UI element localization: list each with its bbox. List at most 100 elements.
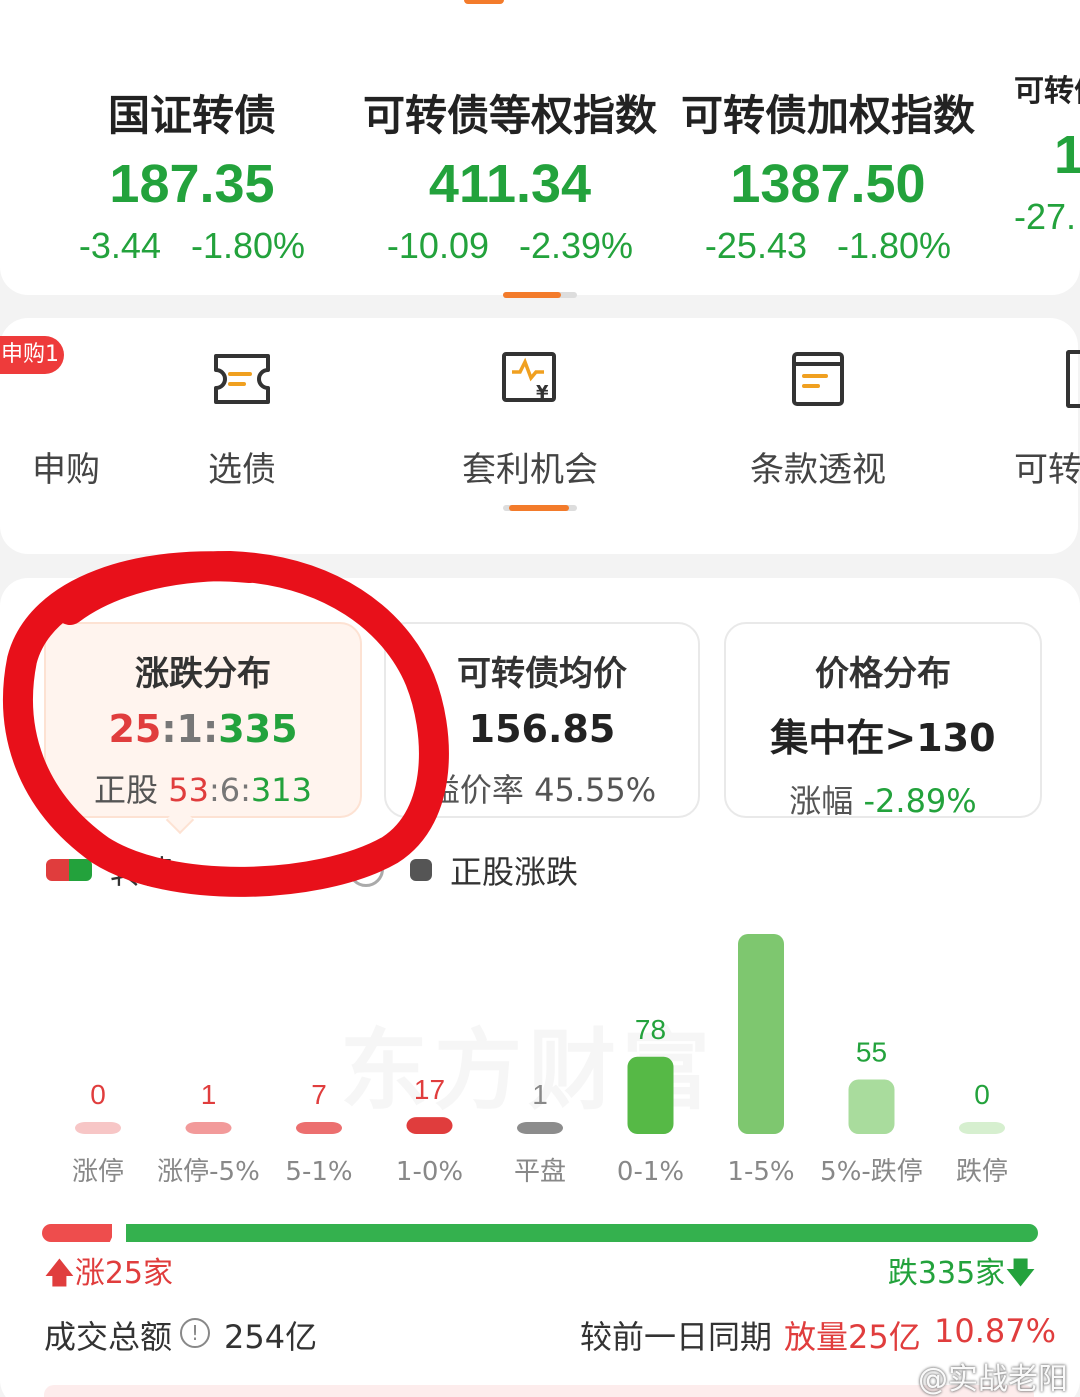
stock-up-flat-down: 正股 53:6:313 xyxy=(94,771,312,809)
stat-card-avg-price[interactable]: 可转债均价 156.85 溢价率 45.55% xyxy=(384,622,700,818)
bar-6 xyxy=(738,934,784,1134)
index-partial[interactable]: 可转债 1 -27. xyxy=(1014,62,1080,238)
bond-legend-swatch[interactable] xyxy=(46,859,92,881)
tool-label: 申购 xyxy=(32,450,100,490)
ratio-up-segment xyxy=(42,1224,112,1242)
bar-value-label: 78 xyxy=(635,1014,666,1045)
tool-terms[interactable]: 条款透视 xyxy=(718,350,918,491)
stock-toggle-label[interactable]: 正股涨跌 xyxy=(450,847,578,893)
avg-price-value: 156.85 xyxy=(468,707,616,751)
index-partial-clip: 可转债 1 -27. xyxy=(1010,60,1080,240)
turnover-value: 254亿 xyxy=(224,1318,318,1356)
category-label: 1-5% xyxy=(727,1157,794,1187)
bond-toggle-label[interactable]: 转债 xyxy=(110,847,174,893)
category-label: 1-0% xyxy=(396,1157,463,1187)
chart-yen-icon: ¥ xyxy=(498,350,562,408)
index-pager-active xyxy=(503,292,561,298)
tool-label: 条款透视 xyxy=(750,450,886,490)
price-change-value: -2.89% xyxy=(863,782,977,820)
tool-subscribe[interactable]: 申购 xyxy=(0,350,100,491)
bar-4 xyxy=(517,1122,563,1134)
up-count: 🡅涨25家 xyxy=(44,1248,173,1302)
index-change: -25.43 -1.80% xyxy=(668,225,988,267)
index-weighted[interactable]: 可转债加权指数 1387.50 -25.43 -1.80% xyxy=(668,82,988,267)
info-icon[interactable]: ! xyxy=(180,1318,210,1348)
toggle-radio[interactable] xyxy=(348,851,384,887)
stat-title: 价格分布 xyxy=(815,654,951,694)
price-change-label: 涨幅 xyxy=(789,782,854,820)
cart-icon xyxy=(0,350,32,408)
bar-1 xyxy=(185,1122,232,1134)
more-icon xyxy=(1066,350,1080,408)
bar-8 xyxy=(959,1122,1005,1134)
tool-select-bond[interactable]: 选债 xyxy=(142,350,342,491)
category-label: 5%-跌停 xyxy=(820,1157,923,1187)
tool-pager-active xyxy=(509,505,569,511)
bar-value-label: 17 xyxy=(414,1074,445,1105)
bond-up-count: 25 xyxy=(108,707,162,751)
stat-title: 可转债均价 xyxy=(457,654,627,694)
index-change-pct: -2.39% xyxy=(519,225,634,266)
bar-value-label: 202 xyxy=(738,920,785,922)
stock-legend-swatch[interactable] xyxy=(410,859,432,881)
document-icon xyxy=(786,350,850,408)
ratio-down-segment xyxy=(126,1224,1038,1242)
price-dist-value: 集中在>130 xyxy=(770,716,996,760)
svg-text:¥: ¥ xyxy=(536,382,549,403)
ticket-icon xyxy=(210,350,274,408)
tool-partial-clip: 可转 xyxy=(1000,340,1080,500)
bond-up-flat-down: 25:1:335 xyxy=(108,707,298,751)
premium-value: 45.55% xyxy=(534,771,657,809)
bar-value-label: 7 xyxy=(311,1079,327,1110)
stat-title: 涨跌分布 xyxy=(135,654,271,694)
category-label: 平盘 xyxy=(514,1157,566,1187)
index-change-abs: -25.43 xyxy=(704,225,807,266)
up-count-label: 涨25家 xyxy=(74,1256,174,1291)
bar-3 xyxy=(406,1117,453,1134)
index-value: 187.35 xyxy=(109,154,275,214)
tool-more[interactable]: 可转 xyxy=(1014,350,1080,491)
tool-pager xyxy=(503,505,577,511)
category-label: 0-1% xyxy=(617,1157,684,1187)
down-arrow-icon: 🡇 xyxy=(1005,1256,1036,1291)
index-change-pct: -1.80% xyxy=(837,225,952,266)
bond-down-count: 335 xyxy=(218,707,298,751)
stat-card-price-dist[interactable]: 价格分布 集中在>130 涨幅 -2.89% xyxy=(724,622,1042,820)
distribution-toggle: 转债 正股涨跌 xyxy=(44,845,744,893)
bar-value-label: 0 xyxy=(90,1079,106,1110)
bar-value-label: 1 xyxy=(532,1079,548,1110)
compare-percent: 10.87% xyxy=(934,1312,1057,1350)
index-change: -3.44 -1.80% xyxy=(32,225,352,267)
category-label: 跌停 xyxy=(956,1157,1008,1187)
compare-label: 较前一日同期 xyxy=(580,1318,773,1356)
pull-indicator xyxy=(464,0,504,4)
index-name: 可转债等权指数 xyxy=(362,91,657,140)
bar-7 xyxy=(848,1079,895,1134)
tool-arbitrage[interactable]: ¥ 套利机会 xyxy=(430,350,630,491)
category-label: 涨停-5% xyxy=(157,1157,260,1187)
bar-value-label: 55 xyxy=(856,1037,887,1068)
index-value: 1387.50 xyxy=(730,154,926,214)
premium-row: 溢价率 45.55% xyxy=(386,765,698,811)
premium-label: 溢价率 xyxy=(427,771,524,809)
up-down-ratio-bar xyxy=(42,1220,1038,1246)
down-count: 跌335家🡇 xyxy=(888,1248,1036,1302)
stat-card-distribution[interactable]: 涨跌分布 25:1:335 正股 53:6:313 xyxy=(44,622,362,818)
index-change: -27. xyxy=(1014,196,1077,237)
index-guozheng[interactable]: 国证转债 187.35 -3.44 -1.80% xyxy=(32,82,352,267)
index-value: 411.34 xyxy=(428,154,592,214)
index-equal-weight[interactable]: 可转债等权指数 411.34 -10.09 -2.39% xyxy=(350,82,670,267)
compare-volume: 放量25亿 xyxy=(784,1318,921,1356)
stock-down-count: 313 xyxy=(250,771,312,809)
turnover-label: 成交总额 xyxy=(44,1318,173,1356)
stock-label: 正股 xyxy=(94,771,159,809)
category-label: 5-1% xyxy=(285,1157,352,1187)
tool-label: 可转 xyxy=(1014,450,1080,490)
bar-value-label: 1 xyxy=(201,1079,217,1110)
price-change-row: 涨幅 -2.89% xyxy=(726,776,1040,822)
stock-flat-count: 6 xyxy=(219,771,241,809)
tool-label: 套利机会 xyxy=(462,450,598,490)
index-change-pct: -1.80% xyxy=(190,225,306,266)
index-value: 1 xyxy=(1054,125,1080,185)
index-name: 可转债 xyxy=(1014,74,1080,109)
